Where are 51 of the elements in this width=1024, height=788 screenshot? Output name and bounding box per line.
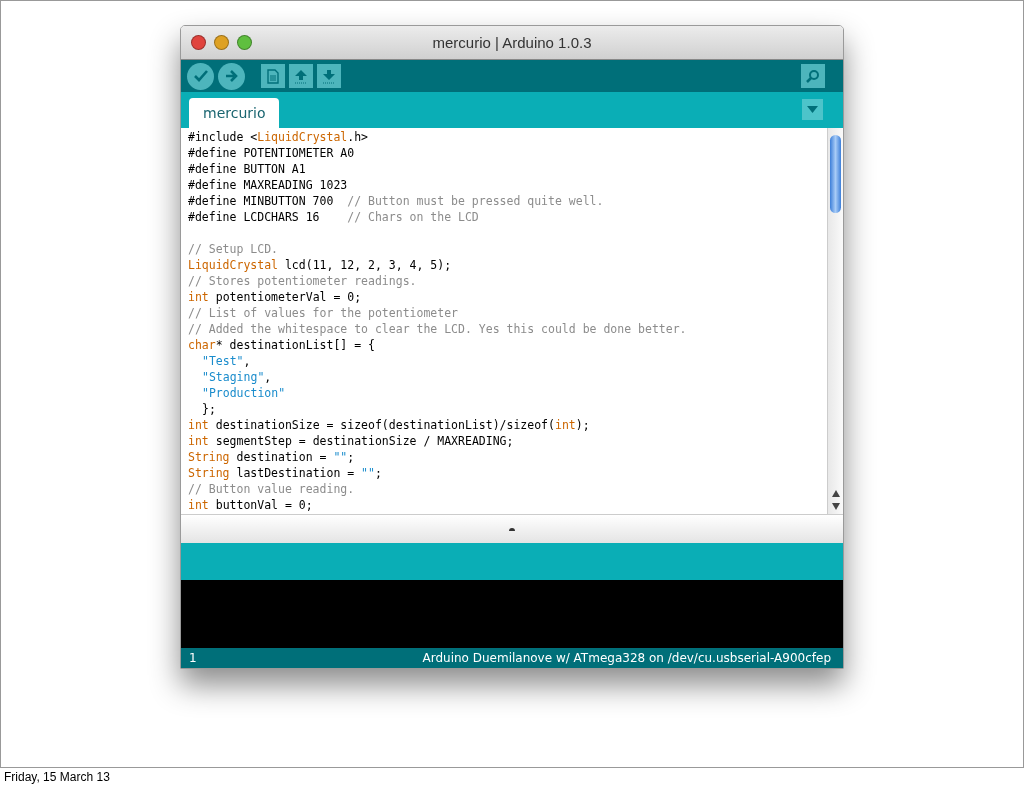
magnifier-icon xyxy=(805,69,821,83)
triangle-icon xyxy=(807,106,818,113)
code-line: }; xyxy=(201,401,217,417)
minimize-button[interactable] xyxy=(214,35,229,50)
sketch-tab[interactable]: mercurio xyxy=(189,98,280,128)
code-editor[interactable] xyxy=(181,128,843,514)
code-line: int buttonVal = 0; xyxy=(188,497,314,513)
line-number: 1 xyxy=(189,651,197,665)
code-line: // Stores potentiometer readings. xyxy=(188,273,418,289)
slide-footer: Friday, 15 March 13 xyxy=(0,768,1024,784)
code-line: #include <LiquidCrystal.h> xyxy=(188,129,370,145)
code-line: "Staging", xyxy=(201,369,273,385)
code-line: String lastDestination = ""; xyxy=(188,465,383,481)
code-line: #define MINBUTTON 700 // Button must be pressed quite well. xyxy=(188,193,605,209)
verify-button[interactable] xyxy=(187,62,214,90)
code-line: // Added the whitespace to clear the LCD. Yes this could be done better. xyxy=(188,321,688,337)
code-line: // Button value reading. xyxy=(188,481,356,497)
window-title: mercurio | Arduino 1.0.3 xyxy=(432,34,592,51)
code-line: String destination = ""; xyxy=(188,449,356,465)
down-arrow-icon xyxy=(322,68,336,84)
code-line: LiquidCrystal lcd(11, 12, 2, 3, 4, 5); xyxy=(188,257,453,273)
code-line: #define MAXREADING 1023 xyxy=(188,177,349,193)
grip-icon xyxy=(509,527,515,531)
right-arrow-icon xyxy=(225,70,238,82)
tab-menu-button[interactable] xyxy=(802,99,823,120)
code-line: int segmentStep = destinationSize / MAXREADING; xyxy=(188,433,515,449)
code-line: // List of values for the potentiometer xyxy=(188,305,460,321)
serial-monitor-button[interactable] xyxy=(801,64,825,88)
new-button[interactable] xyxy=(261,64,285,88)
board-info: Arduino Duemilanove w/ ATmega328 on /dev/cu.usbserial-A900cfep xyxy=(422,651,831,665)
code-line: // Setup LCD. xyxy=(188,241,279,257)
upload-button[interactable] xyxy=(218,62,245,90)
code-line: #define BUTTON A1 xyxy=(188,161,307,177)
document-icon xyxy=(267,68,279,84)
up-arrow-icon xyxy=(294,68,308,84)
code-line: char* destinationList[] = { xyxy=(188,337,376,353)
code-line: "Test", xyxy=(201,353,252,369)
open-button[interactable] xyxy=(289,64,313,88)
scrollbar[interactable] xyxy=(827,128,843,514)
close-button[interactable] xyxy=(191,35,206,50)
code-line: #define LCDCHARS 16 // Chars on the LCD xyxy=(188,209,480,225)
scrollbar-thumb[interactable] xyxy=(830,135,841,213)
code-line: int potentiometerVal = 0; xyxy=(188,289,363,305)
code-line: "Production" xyxy=(201,385,287,401)
zoom-button[interactable] xyxy=(237,35,252,50)
save-button[interactable] xyxy=(317,64,341,88)
scroll-up-icon[interactable] xyxy=(831,490,840,497)
scroll-down-icon[interactable] xyxy=(831,503,840,510)
checkmark-icon xyxy=(193,70,208,82)
code-line: int destinationSize = sizeof(destinationList)/sizeof(int); xyxy=(188,417,591,433)
code-line: #define POTENTIOMETER A0 xyxy=(188,145,356,161)
